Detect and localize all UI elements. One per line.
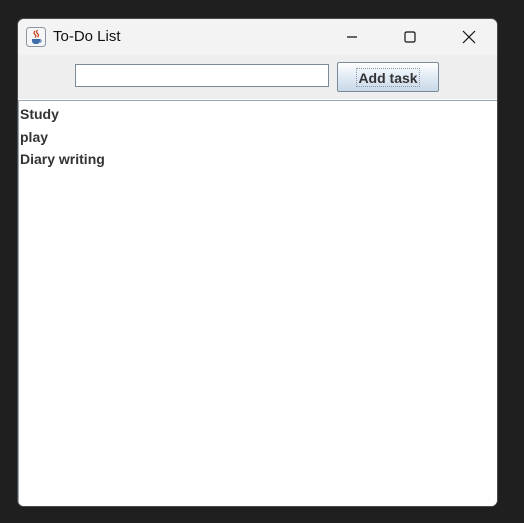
task-item[interactable]: play <box>20 128 497 151</box>
close-icon <box>462 30 476 44</box>
title-bar[interactable]: To-Do List <box>18 19 497 55</box>
maximize-icon <box>404 31 416 43</box>
todo-window: To-Do List Add task Study play Diary wri… <box>17 18 498 507</box>
add-task-button[interactable]: Add task <box>337 62 439 92</box>
window-title: To-Do List <box>53 28 121 45</box>
minimize-icon <box>347 36 357 38</box>
maximize-button[interactable] <box>387 19 433 55</box>
task-input[interactable] <box>75 64 329 87</box>
task-item[interactable]: Diary writing <box>20 150 497 173</box>
input-toolbar: Add task <box>18 55 497 99</box>
task-list[interactable]: Study play Diary writing <box>18 100 497 506</box>
close-button[interactable] <box>446 19 492 55</box>
java-app-icon <box>26 27 46 47</box>
minimize-button[interactable] <box>329 19 375 55</box>
task-item[interactable]: Study <box>20 105 497 128</box>
add-task-button-label: Add task <box>356 67 420 87</box>
